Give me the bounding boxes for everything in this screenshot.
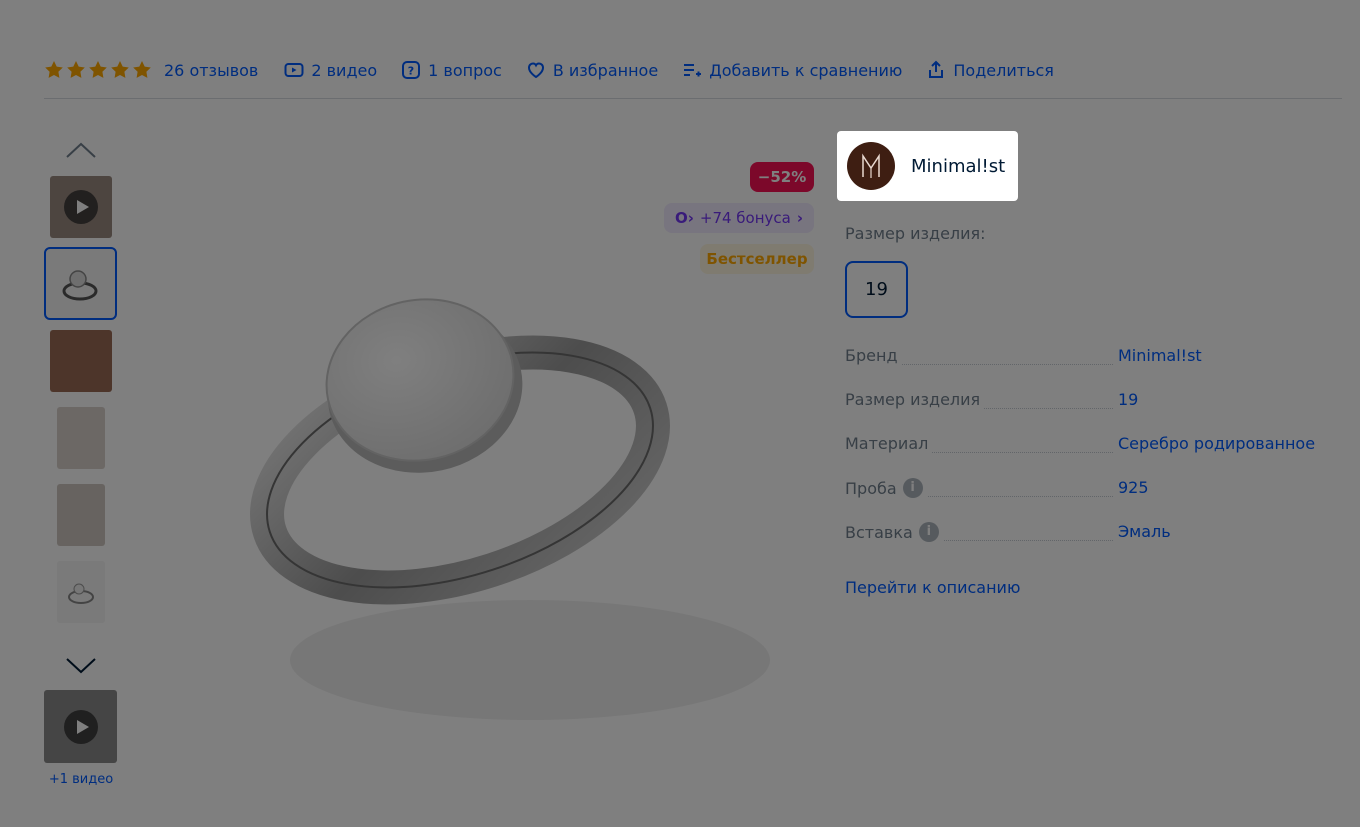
discount-badge: −52% xyxy=(750,162,814,192)
brand-name: Minimal!st xyxy=(911,155,1006,177)
favorite-label: В избранное xyxy=(552,60,659,80)
spec-value-link[interactable]: Эмаль xyxy=(1118,522,1171,541)
spec-row-size: Размер изделия 19 xyxy=(845,390,1325,434)
brand-logo-mark xyxy=(862,153,880,178)
chevron-right-icon: › xyxy=(796,209,804,227)
bonus-label: +74 бонуса xyxy=(699,209,791,227)
spec-value-link[interactable]: 925 xyxy=(1118,478,1149,497)
reviews-link[interactable]: 26 отзывов xyxy=(164,61,258,80)
play-icon xyxy=(64,190,98,224)
question-icon: ? xyxy=(402,61,421,79)
size-option-selected[interactable]: 19 xyxy=(845,261,908,318)
rating-stars[interactable] xyxy=(44,60,152,80)
spec-row-material: Материал Серебро родированное xyxy=(845,434,1325,478)
spec-key: Бренд xyxy=(845,346,902,365)
compare-button[interactable]: Добавить к сравнению xyxy=(682,60,902,80)
spec-key: Вставка xyxy=(845,522,913,542)
svg-text:?: ? xyxy=(408,65,414,78)
specs-list: Бренд Minimal!st Размер изделия 19 Матер… xyxy=(845,346,1325,566)
spec-row-brand: Бренд Minimal!st xyxy=(845,346,1325,390)
chevron-down-icon[interactable] xyxy=(64,656,98,676)
thumbnail-extra-video[interactable] xyxy=(44,690,117,763)
ring-thumb-icon xyxy=(68,583,94,604)
goto-description-link[interactable]: Перейти к описанию xyxy=(845,578,1020,597)
chevron-up-icon[interactable] xyxy=(64,140,98,160)
video-link[interactable]: 2 видео xyxy=(284,60,377,80)
thumbnail-hand[interactable] xyxy=(50,330,112,392)
spec-row-insert: Вставка i Эмаль xyxy=(845,522,1325,566)
share-icon xyxy=(929,60,944,78)
main-product-image[interactable] xyxy=(230,240,830,780)
spec-key: Размер изделия xyxy=(845,390,985,409)
bestseller-badge: Бестселлер xyxy=(700,244,814,274)
bonus-coin-icon: O› xyxy=(674,209,694,227)
favorite-button[interactable]: В избранное xyxy=(526,60,658,80)
spec-key-wrap: Проба i xyxy=(845,478,927,498)
star-icon xyxy=(89,61,107,78)
compare-list-icon xyxy=(684,64,702,77)
thumbnail-video[interactable] xyxy=(50,176,112,238)
thumbnail-ring-2[interactable] xyxy=(57,561,105,623)
spec-key-wrap: Вставка i xyxy=(845,522,943,542)
spec-key: Проба xyxy=(845,478,897,498)
info-icon[interactable]: i xyxy=(902,478,923,498)
share-button[interactable]: Поделиться xyxy=(926,60,1054,80)
play-icon xyxy=(63,709,98,744)
compare-label: Добавить к сравнению xyxy=(709,60,903,80)
video-link-label: 2 видео xyxy=(311,60,378,80)
product-action-bar: 26 отзывов 2 видео ? 1 вопрос В избранно… xyxy=(44,56,1342,99)
spec-value-link[interactable]: Серебро родированное xyxy=(1118,434,1315,453)
spec-value-link[interactable]: 19 xyxy=(1118,390,1138,409)
star-icon xyxy=(111,61,129,78)
heart-icon xyxy=(527,62,544,79)
bonus-badge[interactable]: O› +74 бонуса › xyxy=(664,203,814,233)
ring-thumb-icon xyxy=(62,270,98,301)
thumbnail-selected[interactable] xyxy=(44,247,117,320)
star-icon xyxy=(67,61,85,78)
question-link[interactable]: ? 1 вопрос xyxy=(401,60,502,80)
info-icon[interactable]: i xyxy=(918,522,939,542)
video-icon xyxy=(284,63,304,77)
star-icon xyxy=(133,61,151,78)
size-label: Размер изделия: xyxy=(845,224,986,243)
more-video-link[interactable]: +1 видео xyxy=(44,772,118,787)
thumbnail-model-2[interactable] xyxy=(57,484,105,546)
question-link-label: 1 вопрос xyxy=(428,60,502,80)
star-icon xyxy=(45,61,63,78)
share-label: Поделиться xyxy=(953,60,1054,80)
brand-logo xyxy=(847,142,895,190)
thumbnail-model[interactable] xyxy=(57,407,105,469)
spec-key: Материал xyxy=(845,434,933,453)
spec-value-link[interactable]: Minimal!st xyxy=(1118,346,1202,365)
brand-card[interactable]: Minimal!st xyxy=(837,131,1018,201)
product-page: 26 отзывов 2 видео ? 1 вопрос В избранно… xyxy=(0,0,1360,827)
spec-row-proba: Проба i 925 xyxy=(845,478,1325,522)
